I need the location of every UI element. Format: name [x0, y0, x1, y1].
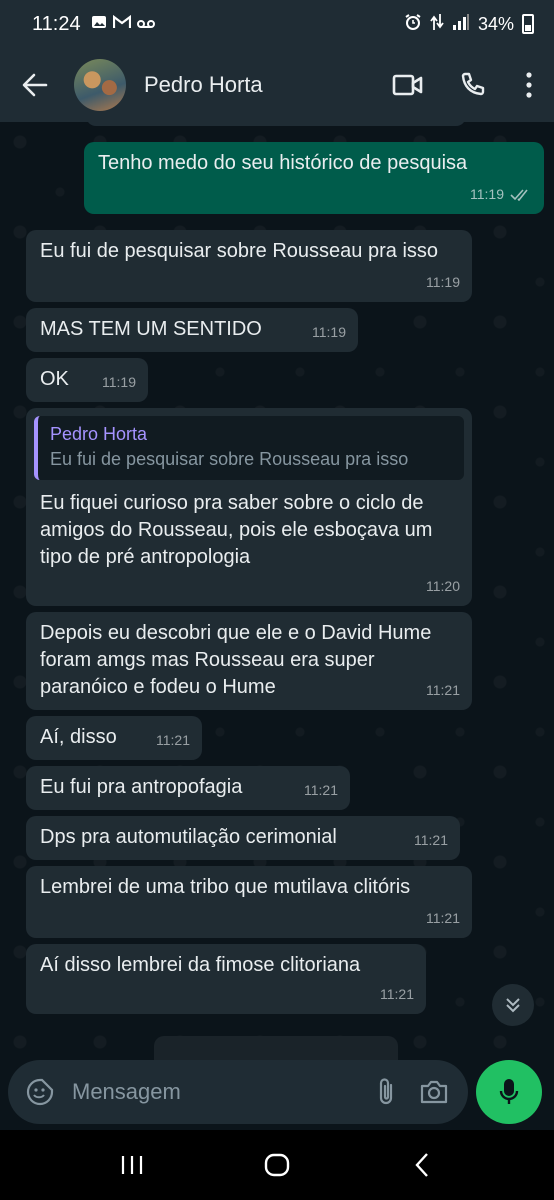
message-text: Eu fui de pesquisar sobre Rousseau pra i…	[40, 240, 439, 262]
video-camera-icon	[392, 74, 423, 96]
more-vertical-icon	[526, 72, 532, 98]
recent-apps-button[interactable]	[102, 1135, 162, 1195]
message-time: 11:21	[426, 910, 460, 926]
microphone-icon	[499, 1079, 519, 1104]
message-text: Depois eu descobri que ele e o David Hum…	[40, 622, 432, 698]
message-text: Aí disso lembrei da fimose clitoriana	[40, 954, 361, 976]
sticker-icon	[26, 1078, 54, 1106]
message-input-container[interactable]: Mensagem	[8, 1060, 468, 1124]
quoted-author: Pedro Horta	[50, 424, 148, 444]
message-time: 11:19	[102, 374, 136, 390]
attach-button[interactable]	[362, 1060, 410, 1124]
quoted-message[interactable]: Pedro Horta Eu fui de pesquisar sobre Ro…	[34, 416, 464, 480]
paperclip-icon	[379, 1078, 393, 1105]
arrow-left-icon	[22, 73, 48, 97]
message-time: 11:21	[380, 986, 414, 1002]
back-button[interactable]	[0, 48, 70, 122]
message-bubble-incoming[interactable]: Aí disso lembrei da fimose clitoriana 11…	[26, 944, 426, 1014]
signal-icon	[452, 13, 470, 36]
status-bar: 11:24 34%	[0, 0, 554, 48]
message-text: Tenho medo do seu histórico de pesquisa	[98, 152, 468, 174]
battery-icon	[522, 14, 534, 34]
contact-avatar[interactable]	[74, 59, 126, 111]
message-time: 11:21	[156, 732, 190, 748]
recent-apps-icon	[122, 1156, 143, 1174]
camera-icon	[420, 1080, 448, 1104]
phone-icon	[461, 72, 485, 96]
message-bubble-incoming[interactable]: Eu fui de pesquisar sobre Rousseau pra i…	[26, 230, 472, 302]
status-time: 11:24	[32, 12, 81, 35]
message-text: MAS TEM UM SENTIDO	[40, 318, 262, 340]
message-bubble-incoming[interactable]: Dps pra automutilação cerimonial 11:21	[26, 816, 460, 860]
message-bubble-incoming[interactable]: Eu fui pra antropofagia 11:21	[26, 766, 350, 810]
back-chevron-icon	[415, 1153, 428, 1177]
gallery-icon	[91, 14, 107, 34]
video-call-button[interactable]	[376, 48, 440, 122]
data-icon	[430, 12, 444, 37]
message-time: 11:21	[304, 782, 338, 798]
message-bubble-incoming[interactable]: Aí, disso 11:21	[26, 716, 202, 760]
home-button[interactable]	[247, 1135, 307, 1195]
message-time: 11:21	[414, 832, 448, 848]
message-bubble-incoming[interactable]: Depois eu descobri que ele e o David Hum…	[26, 612, 472, 710]
message-time: 11:19	[426, 274, 460, 290]
message-bubble-incoming[interactable]: Lembrei de uma tribo que mutilava clitór…	[26, 866, 472, 938]
next-message-fragment	[154, 1036, 398, 1060]
contact-name[interactable]: Pedro Horta	[144, 72, 376, 98]
chat-header: Pedro Horta	[0, 48, 554, 122]
back-nav-button[interactable]	[392, 1135, 452, 1195]
voice-message-button[interactable]	[476, 1060, 542, 1124]
message-time: 11:19	[312, 324, 346, 340]
system-nav-bar	[0, 1130, 554, 1200]
home-icon	[264, 1153, 290, 1177]
message-bubble-incoming[interactable]: OK 11:19	[26, 358, 148, 402]
more-options-button[interactable]	[504, 48, 554, 122]
double-check-icon	[510, 188, 528, 201]
sticker-button[interactable]	[8, 1060, 72, 1124]
message-text: Lembrei de uma tribo que mutilava clitór…	[40, 876, 411, 898]
scroll-to-bottom-button[interactable]	[492, 984, 534, 1026]
message-bubble-outgoing[interactable]: Tenho medo do seu histórico de pesquisa …	[84, 142, 544, 214]
message-input[interactable]: Mensagem	[72, 1079, 362, 1105]
camera-button[interactable]	[410, 1060, 458, 1124]
battery-percent: 34%	[477, 13, 514, 34]
message-time: 11:20	[426, 578, 460, 594]
previous-message-fragment	[86, 122, 466, 126]
voice-call-button[interactable]	[440, 48, 504, 122]
message-bubble-reply[interactable]: Pedro Horta Eu fui de pesquisar sobre Ro…	[26, 408, 472, 606]
message-text: Dps pra automutilação cerimonial	[40, 826, 337, 848]
gmail-icon	[112, 14, 131, 33]
chat-area[interactable]: Tenho medo do seu histórico de pesquisa …	[0, 122, 554, 1060]
message-time: 11:19	[470, 186, 504, 202]
double-chevron-down-icon	[506, 998, 520, 1013]
message-bubble-incoming[interactable]: MAS TEM UM SENTIDO 11:19	[26, 308, 358, 352]
message-text: Eu fiquei curioso pra saber sobre o cicl…	[40, 492, 433, 568]
composer: Mensagem	[0, 1060, 554, 1130]
message-text: Eu fui pra antropofagia	[40, 776, 243, 798]
message-time: 11:21	[426, 682, 460, 698]
voicemail-icon	[136, 16, 155, 33]
quoted-text: Eu fui de pesquisar sobre Rousseau pra i…	[50, 449, 409, 469]
alarm-icon	[404, 13, 422, 36]
